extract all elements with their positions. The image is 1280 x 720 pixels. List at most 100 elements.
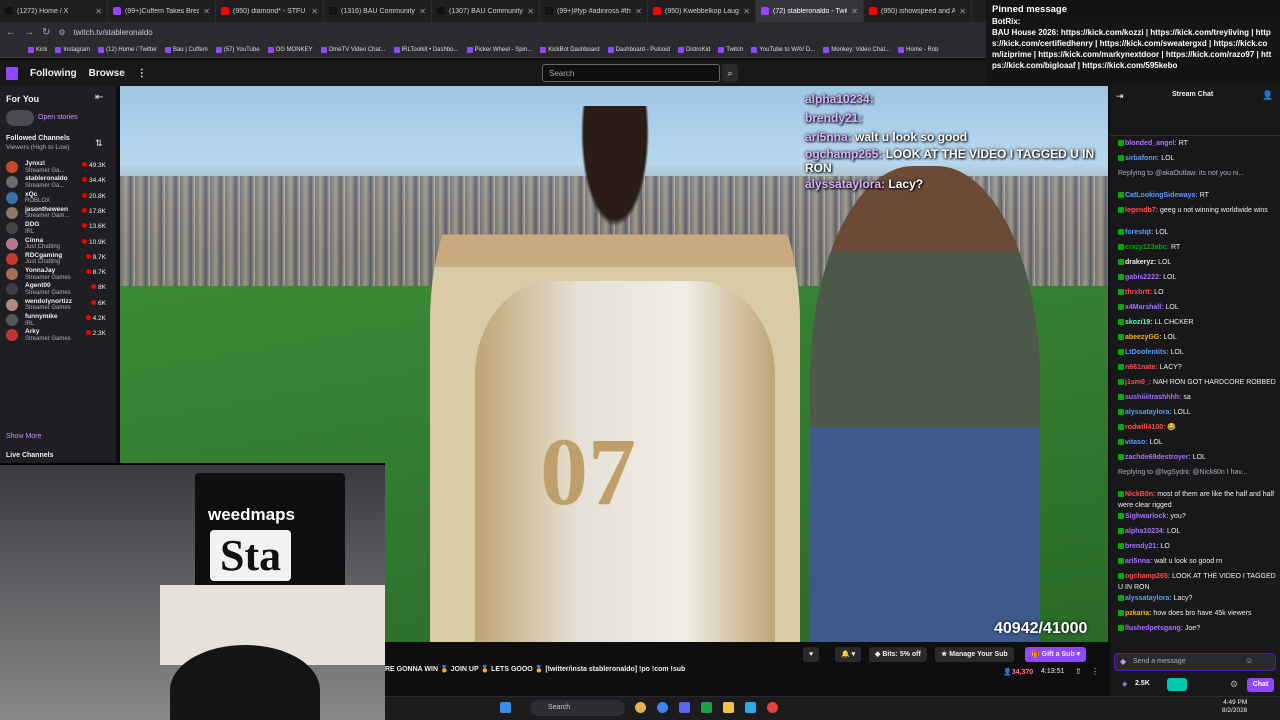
chat-username[interactable]: j1sm0_: <box>1125 379 1151 386</box>
chat-username[interactable]: pzkaria: <box>1125 610 1151 617</box>
sidebar-channel-wendolynortizz[interactable]: wendolynortizz Streamer Games 6K <box>0 298 116 313</box>
chat-username[interactable]: drakeryz: <box>1125 259 1156 266</box>
browser-tab[interactable]: (1307) BAU Community / X ✕ <box>432 0 540 22</box>
avatar[interactable] <box>6 176 18 189</box>
bookmark-item[interactable]: IRLToolkit • Dashbo... <box>393 46 459 53</box>
chat-username[interactable]: n661nate: <box>1125 364 1158 371</box>
notification-bell-button[interactable]: 🔔 ▾ <box>835 647 862 662</box>
avatar[interactable] <box>6 206 18 219</box>
close-icon[interactable]: ✕ <box>743 7 750 16</box>
taskbar-search[interactable]: Search <box>530 700 625 716</box>
browser-tab[interactable]: (99+)#fyp #adinross #ther ✕ <box>540 0 648 22</box>
more-options-icon[interactable]: ⋮ <box>137 68 147 79</box>
forward-arrow-icon[interactable]: → <box>24 27 34 38</box>
close-icon[interactable]: ✕ <box>203 7 210 16</box>
chat-username[interactable]: NickB0n: <box>1125 491 1155 498</box>
browser-icon[interactable] <box>657 702 668 713</box>
chat-username[interactable]: LtDoofentits: <box>1125 349 1169 356</box>
sidebar-channel-jasontheween[interactable]: jasontheween Streamer Gam... 17.8K <box>0 206 116 221</box>
sidebar-channel-xqc[interactable]: xQc ROBLOX 20.8K <box>0 191 116 206</box>
avatar[interactable] <box>6 252 18 265</box>
sidebar-channel-cinna[interactable]: Cinna Just Chatting 10.9K <box>0 237 116 252</box>
follow-heart-button[interactable]: ♥ <box>803 647 820 662</box>
chat-username[interactable]: skozi19: <box>1125 319 1153 326</box>
chat-username[interactable]: llushedpetsgang: <box>1125 625 1183 632</box>
sidebar-channel-stableronaldo[interactable]: stableronaldo Streamer Ga... 34.4K <box>0 175 116 190</box>
chat-username[interactable]: rodwill4100: <box>1125 424 1165 431</box>
chat-username[interactable]: alyssataylora: <box>1125 409 1172 416</box>
site-info-icon[interactable]: ⚙ <box>58 28 65 37</box>
browser-tab[interactable]: (950) diamond* - STFU (Of ✕ <box>216 0 324 22</box>
chat-username[interactable]: ari5nna: <box>1125 558 1152 565</box>
sort-icon[interactable]: ⇅ <box>95 138 103 149</box>
chat-username[interactable]: alyssataylora: <box>1125 595 1172 602</box>
avatar[interactable] <box>6 283 18 296</box>
avatar[interactable] <box>6 298 18 311</box>
search-input[interactable]: Search <box>542 64 720 82</box>
chat-username[interactable]: blonded_angel: <box>1125 140 1177 147</box>
close-icon[interactable]: ✕ <box>95 7 102 16</box>
collapse-chat-icon[interactable]: ⇥ <box>1116 91 1124 102</box>
sidebar-channel-yonnajay[interactable]: YonnaJay Streamer Games 8.7K <box>0 267 116 282</box>
chat-username[interactable]: crxzy123abc: <box>1125 244 1169 251</box>
close-icon[interactable]: ✕ <box>851 7 858 16</box>
bookmark-item[interactable]: YouTube to WAV D... <box>751 46 815 53</box>
chat-username[interactable]: sushiiiitrashhhh: <box>1125 394 1181 401</box>
chat-users-icon[interactable]: 👤 <box>1262 90 1273 101</box>
bookmark-item[interactable]: Twitch <box>718 46 743 53</box>
url-field[interactable]: twitch.tv/stableronaldo <box>74 28 153 37</box>
browser-tab[interactable]: (950) ishowspeed and Aws ✕ <box>864 0 972 22</box>
browser-tab[interactable]: (1272) Home / X ✕ <box>0 0 108 22</box>
share-icon[interactable]: ⇧ <box>1075 667 1082 676</box>
chat-username[interactable]: thrxbrtt: <box>1125 289 1152 296</box>
more-options-icon[interactable]: ⋮ <box>1091 667 1099 676</box>
chat-settings-icon[interactable]: ⚙ <box>1230 679 1238 690</box>
chat-username[interactable]: forestqt: <box>1125 229 1153 236</box>
close-icon[interactable]: ✕ <box>527 7 534 16</box>
chat-username[interactable]: x4Marshall: <box>1125 304 1164 311</box>
bookmark-item[interactable]: KickBot Dashboard <box>540 46 600 53</box>
chrome-alt-icon[interactable] <box>767 702 778 713</box>
chat-username[interactable]: abeezyGG: <box>1125 334 1162 341</box>
avatar[interactable] <box>6 237 18 250</box>
browser-tab[interactable]: (950) Kwebbelkop Laugh (✕ <box>648 0 756 22</box>
bookmark-item[interactable]: Kick <box>28 46 47 53</box>
chat-emote-icon[interactable]: ☺ <box>1245 656 1253 665</box>
prediction-icon[interactable] <box>1167 678 1187 691</box>
start-icon[interactable] <box>500 702 511 713</box>
chat-bits-icon[interactable]: ◆ <box>1120 657 1126 666</box>
back-arrow-icon[interactable]: ← <box>6 27 16 38</box>
bookmark-item[interactable]: (57) YouTube <box>215 46 260 53</box>
chat-username[interactable]: zachde69destroyer: <box>1125 454 1191 461</box>
app-icon[interactable] <box>701 702 712 713</box>
close-icon[interactable]: ✕ <box>959 7 966 16</box>
twitch-logo-icon[interactable] <box>6 66 18 80</box>
browser-tab[interactable]: (72) stableronaldo - Twitch ✕ <box>756 0 864 22</box>
stories-avatar[interactable] <box>6 110 34 126</box>
chat-username[interactable]: CatLookingSideways: <box>1125 192 1198 199</box>
bookmark-item[interactable]: OG MONKEY <box>267 46 313 53</box>
bookmark-item[interactable]: Picker Wheel - Spin... <box>466 46 532 53</box>
chat-username[interactable]: Sighwarlock: <box>1125 513 1169 520</box>
reload-icon[interactable]: ↻ <box>42 27 50 38</box>
open-stories-link[interactable]: Open stories <box>38 114 78 121</box>
nav-following[interactable]: Following <box>30 68 77 79</box>
sidebar-channel-ddg[interactable]: DDG IRL 13.6K <box>0 221 116 236</box>
avatar[interactable] <box>6 314 18 326</box>
bookmark-item[interactable]: DistroKid <box>677 46 710 53</box>
avatar[interactable] <box>6 268 18 281</box>
bookmark-item[interactable]: Instagram <box>55 46 90 53</box>
manage-sub-button[interactable]: ★ Manage Your Sub <box>935 647 1014 662</box>
nav-browse[interactable]: Browse <box>89 68 125 79</box>
chrome-icon[interactable] <box>635 702 646 713</box>
bits-button[interactable]: ◆ Bits: 5% off <box>869 647 927 662</box>
close-icon[interactable]: ✕ <box>311 7 318 16</box>
sidebar-channel-funnymike[interactable]: funnymike IRL 4.2K <box>0 313 116 328</box>
browser-tab[interactable]: (99+)Cuffem Takes Break A ✕ <box>108 0 216 22</box>
discord-icon[interactable] <box>679 702 690 713</box>
chat-username[interactable]: gabis2222: <box>1125 274 1161 281</box>
show-more-link[interactable]: Show More <box>6 433 41 440</box>
bookmark-item[interactable]: OmeTV Video Chat... <box>320 46 386 53</box>
avatar[interactable] <box>6 222 18 235</box>
chat-send-button[interactable]: Chat <box>1247 678 1274 692</box>
